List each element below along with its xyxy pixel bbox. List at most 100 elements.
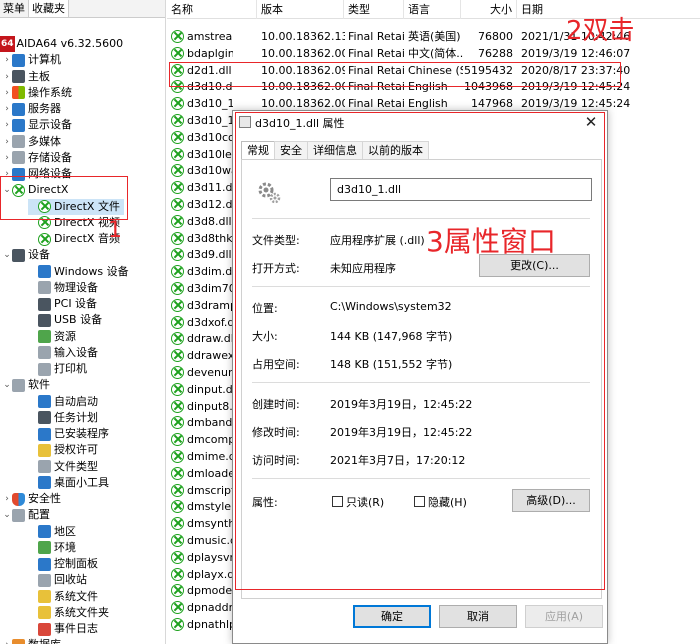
tree-item[interactable]: 自动启动 [28,394,98,410]
file-name-cell: d3d8.dll [171,213,233,230]
tree-item-label: USB 设备 [54,313,103,327]
tree-item[interactable]: 64 AIDA64 v6.32.5600 [0,36,123,52]
gear-file-icon [258,182,281,204]
chevron-right-icon[interactable]: › [2,134,12,150]
tree-item[interactable]: Windows 设备 [28,264,129,280]
tree-item[interactable]: › 网络设备 [2,166,72,182]
directx-file-icon [171,80,184,94]
column-header-version[interactable]: 版本 [257,0,344,19]
tab-security[interactable]: 安全 [274,141,308,160]
file-name-field[interactable]: d3d10_1.dll [330,178,592,201]
chevron-down-icon[interactable]: ⌄ [2,247,12,263]
tree-item[interactable]: › 显示设备 [2,117,72,133]
chevron-right-icon[interactable]: › [2,69,12,85]
chevron-right-icon[interactable]: › [2,150,12,166]
chevron-down-icon[interactable]: ⌄ [2,182,12,198]
column-header-name[interactable]: 名称 [167,0,257,19]
chevron-down-icon[interactable]: ⌄ [2,507,12,523]
tree-item[interactable]: 文件类型 [28,459,98,475]
file-name: d3d10_1.dll [187,97,233,111]
tab-favorites[interactable]: 收藏夹 [29,0,69,17]
tree-item[interactable]: 系统文件夹 [28,605,109,621]
chevron-right-icon[interactable]: › [2,85,12,101]
directx-file-icon [171,534,184,547]
tree-item[interactable]: 已安装程序 [28,426,109,442]
advanced-button[interactable]: 高级(D)... [512,489,590,512]
tree-item[interactable]: ⌄ 配置 [2,507,50,523]
tree-item-label: 打印机 [54,362,87,375]
tree-item[interactable]: › 数据库 [2,637,61,644]
file-type: Final Retail [348,63,405,77]
file-row[interactable]: d3d10.dll 10.00.18362.00...Final RetailEn… [167,78,700,95]
tree-item[interactable]: 任务计划 [28,410,98,426]
file-name: dmusic.dl [187,534,233,547]
tree-item[interactable]: ⌄ DirectX [2,182,68,198]
tree-item[interactable]: 控制面板 [28,556,98,572]
tree-item[interactable]: › 主板 [2,69,50,85]
tree-item[interactable]: 打印机 [28,361,87,377]
file-type-value: 应用程序扩展 (.dll) [330,234,425,247]
column-header-size[interactable]: 大小 [461,0,517,19]
column-header-language[interactable]: 语言 [404,0,461,19]
tree-item[interactable]: › 操作系统 [2,85,72,101]
column-header-type[interactable]: 类型 [344,0,404,19]
tab-general[interactable]: 常规 [241,141,275,161]
tree-item[interactable]: DirectX 文件 [28,198,124,215]
file-row[interactable]: d2d1.dll 10.00.18362.09...Final RetailChi… [167,62,700,79]
tree-item[interactable]: 环境 [28,540,76,556]
file-types-icon [38,460,51,473]
file-name-cell: d2d1.dll [171,62,233,79]
file-name: d3d8.dll [187,214,232,228]
directx-file-icon [171,382,184,396]
chevron-right-icon[interactable]: › [2,491,12,507]
tree-item[interactable]: DirectX 视频 [28,215,120,231]
chevron-right-icon[interactable]: › [2,117,12,133]
tree-item[interactable]: › 计算机 [2,52,61,68]
tree-item[interactable]: ⌄ 设备 [2,247,50,263]
tree-item[interactable]: 回收站 [28,572,87,588]
tree-item[interactable]: 地区 [28,524,76,540]
tree-item[interactable]: › 安全性 [2,491,61,507]
tree-item[interactable]: DirectX 音频 [28,231,120,247]
tree-item[interactable]: 事件日志 [28,621,98,637]
tree-item[interactable]: 物理设备 [28,280,98,296]
chevron-right-icon[interactable]: › [2,52,12,68]
tree-item-label: DirectX 文件 [54,199,120,213]
tree-item[interactable]: 输入设备 [28,345,98,361]
directx-file-icon [171,97,184,111]
chevron-right-icon[interactable]: › [2,101,12,117]
tab-previous-versions[interactable]: 以前的版本 [362,141,429,160]
size-label: 大小: [252,330,278,343]
close-icon[interactable]: ✕ [583,113,599,131]
file-name: d3d10cor [187,130,233,144]
tree-item[interactable]: 授权许可 [28,442,98,458]
tree-item[interactable]: › 服务器 [2,101,61,117]
readonly-checkbox[interactable] [332,496,343,507]
dialog-title-bar[interactable]: d3d10_1.dll 属性 ✕ [233,111,607,133]
tree-item[interactable]: PCI 设备 [28,296,97,312]
modified-value: 2019年3月19日，12:45:22 [330,426,473,439]
tab-menu[interactable]: 菜单 [0,0,29,17]
file-row[interactable]: bdaplgin.ax 10.00.18362.00...Final Retail… [167,45,700,62]
directx-file-icon [171,164,184,178]
tree-item-label: 系统文件夹 [54,605,109,619]
tree-item[interactable]: 桌面小工具 [28,475,109,491]
chevron-down-icon[interactable]: ⌄ [2,377,12,393]
tree-item[interactable]: › 存储设备 [2,150,72,166]
tree-item[interactable]: 资源 [28,329,76,345]
chevron-right-icon[interactable]: › [2,637,12,644]
hidden-checkbox[interactable] [414,496,425,507]
storage-icon [12,151,25,165]
chevron-right-icon[interactable]: › [2,166,12,182]
left-panel-tabs: 菜单 收藏夹 [0,0,165,18]
tree-item[interactable]: 系统文件 [28,589,98,605]
file-name-cell: d3d10wa [171,162,233,179]
directx-file-icon [171,130,184,144]
ok-button[interactable]: 确定 [353,605,431,628]
apply-button[interactable]: 应用(A) [525,605,603,628]
tree-item[interactable]: ⌄ 软件 [2,377,50,393]
cancel-button[interactable]: 取消 [439,605,517,628]
tree-item[interactable]: › 多媒体 [2,134,61,150]
tab-details[interactable]: 详细信息 [307,141,363,160]
tree-item[interactable]: USB 设备 [28,312,102,328]
